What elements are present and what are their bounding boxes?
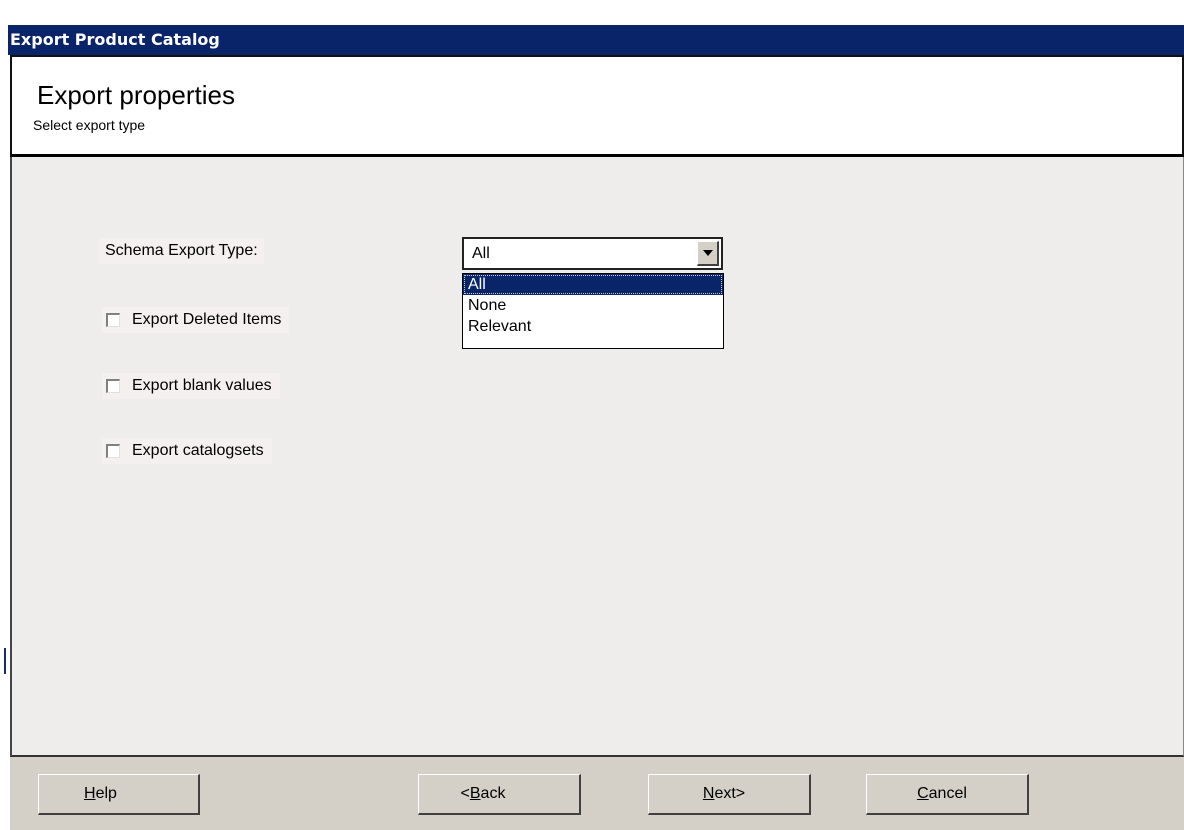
export-catalogsets-label: Export catalogsets bbox=[132, 442, 264, 459]
schema-export-type-value: All bbox=[472, 245, 490, 262]
export-blank-values-label: Export blank values bbox=[132, 377, 272, 394]
wizard-header: Export properties Select export type bbox=[10, 55, 1184, 157]
back-label: ack bbox=[480, 785, 506, 802]
back-button[interactable]: <Back bbox=[418, 774, 581, 815]
page-subtitle: Select export type bbox=[33, 117, 146, 133]
page-title: Export properties bbox=[37, 80, 235, 110]
export-blank-values-checkbox[interactable] bbox=[106, 379, 120, 393]
option-none[interactable]: None bbox=[463, 295, 723, 316]
window-title: Export Product Catalog bbox=[8, 25, 1184, 55]
export-catalogsets-checkbox[interactable] bbox=[106, 444, 120, 458]
next-button[interactable]: Next> bbox=[648, 774, 811, 815]
schema-export-type-options: All None Relevant bbox=[462, 273, 724, 349]
dropdown-button[interactable] bbox=[697, 241, 719, 266]
help-accel: H bbox=[84, 785, 96, 802]
cancel-label: ancel bbox=[928, 785, 967, 802]
edge-marker bbox=[4, 648, 6, 674]
export-deleted-items-row[interactable]: Export Deleted Items bbox=[102, 307, 290, 333]
back-prefix: < bbox=[460, 785, 470, 802]
next-label: ext> bbox=[714, 785, 746, 802]
export-blank-values-row[interactable]: Export blank values bbox=[102, 373, 280, 399]
schema-export-type-select[interactable]: All bbox=[462, 237, 723, 270]
schema-export-type-label: Schema Export Type: bbox=[99, 238, 264, 264]
help-button[interactable]: Help bbox=[38, 774, 200, 815]
next-accel: N bbox=[702, 785, 715, 802]
back-accel: B bbox=[469, 785, 481, 802]
help-label: elp bbox=[95, 785, 117, 802]
option-all[interactable]: All bbox=[463, 274, 723, 295]
option-relevant[interactable]: Relevant bbox=[463, 316, 723, 337]
cancel-accel: C bbox=[917, 785, 929, 802]
cancel-button[interactable]: Cancel bbox=[866, 774, 1029, 815]
export-catalogsets-row[interactable]: Export catalogsets bbox=[102, 438, 272, 464]
chevron-down-icon bbox=[703, 250, 713, 256]
export-deleted-items-label: Export Deleted Items bbox=[132, 311, 282, 328]
export-deleted-items-checkbox[interactable] bbox=[106, 313, 120, 327]
